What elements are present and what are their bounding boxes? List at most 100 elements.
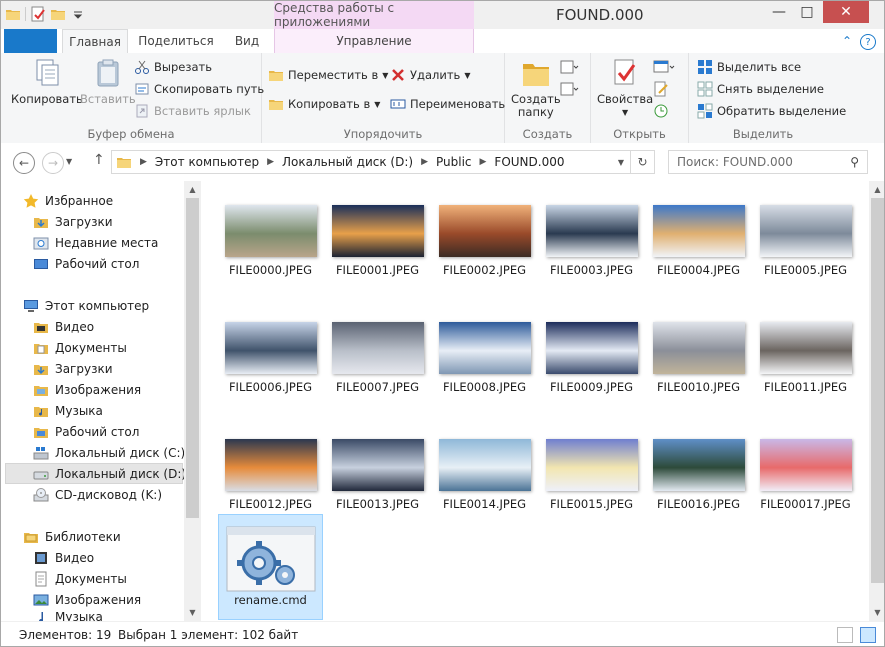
nav-scrollbar-thumb[interactable] [186, 198, 199, 518]
file-item[interactable]: FILE0011.JPEG [753, 300, 858, 412]
easy-access-icon[interactable] [559, 81, 579, 97]
properties-button[interactable]: Свойства ▼ [597, 57, 653, 119]
paste-label: Вставить [80, 92, 136, 106]
details-view-icon[interactable] [837, 627, 853, 643]
file-item[interactable]: FILE0003.JPEG [539, 183, 644, 295]
arrow-right-icon: → [47, 156, 59, 170]
nav-favorites[interactable]: Избранное [23, 190, 205, 211]
minimize-button[interactable]: — [765, 1, 793, 23]
invert-selection-icon [697, 103, 713, 119]
tab-manage[interactable]: Управление [274, 29, 474, 53]
explorer-window: Средства работы с приложениями FOUND.000… [0, 0, 885, 647]
rename-button[interactable]: Переименовать [390, 96, 505, 112]
scroll-down-icon[interactable]: ▼ [869, 604, 884, 621]
file-item[interactable]: FILE0002.JPEG [432, 183, 537, 295]
file-name: FILE0008.JPEG [442, 380, 527, 394]
address-dropdown-icon[interactable]: ▼ [618, 158, 624, 167]
tab-home[interactable]: Главная [62, 29, 128, 54]
customize-qat-icon[interactable] [70, 6, 86, 22]
tab-view[interactable]: Вид [224, 29, 270, 53]
nav-scrollbar[interactable]: ▲ ▼ [184, 181, 201, 621]
folder-icon[interactable] [5, 6, 21, 22]
libraries-icon [24, 532, 38, 543]
maximize-button[interactable]: □ [793, 1, 821, 23]
new-item-icon[interactable] [559, 59, 579, 75]
back-button[interactable]: ← [13, 152, 35, 174]
paste-shortcut-button[interactable]: Вставить ярлык [134, 103, 251, 119]
select-none-button[interactable]: Снять выделение [697, 81, 824, 97]
file-item[interactable]: FILE0004.JPEG [646, 183, 751, 295]
chevron-down-icon: ▼ [382, 70, 389, 80]
file-name: FILE0007.JPEG [335, 380, 420, 394]
collapse-ribbon-icon[interactable]: ⌃ [842, 34, 852, 50]
invert-selection-button[interactable]: Обратить выделение [697, 103, 846, 119]
new-folder-label-2: папку [517, 105, 554, 119]
breadcrumb-found[interactable]: FOUND.000 [494, 155, 564, 169]
file-item[interactable]: FILE0000.JPEG [218, 183, 323, 295]
content-scrollbar-thumb[interactable] [871, 198, 884, 583]
file-item[interactable]: FILE0007.JPEG [325, 300, 430, 412]
image-thumbnail [438, 205, 531, 257]
file-item[interactable]: FILE0005.JPEG [753, 183, 858, 295]
nav-computer[interactable]: Этот компьютер [23, 295, 205, 316]
up-button[interactable]: ↑ [93, 152, 105, 168]
nav-disk-d[interactable]: Локальный диск (D:) [5, 463, 186, 484]
ribbon-controls: ⌃ ? [842, 34, 876, 50]
paste-button[interactable]: Вставить [80, 57, 136, 106]
file-item[interactable]: FILE0008.JPEG [432, 300, 537, 412]
file-item[interactable]: FILE0001.JPEG [325, 183, 430, 295]
image-thumbnail [331, 322, 424, 374]
file-item[interactable]: FILE0012.JPEG [218, 417, 323, 529]
breadcrumb-separator: ▶ [140, 157, 147, 167]
properties-qat-icon[interactable] [30, 6, 46, 22]
open-with-icon[interactable] [653, 59, 675, 75]
file-item[interactable]: FILE0013.JPEG [325, 417, 430, 529]
search-placeholder: Поиск: FOUND.000 [677, 155, 793, 169]
breadcrumb-computer[interactable]: Этот компьютер [155, 155, 259, 169]
delete-button[interactable]: Удалить ▼ [390, 67, 470, 83]
file-item[interactable]: FILE0009.JPEG [539, 300, 644, 412]
help-icon[interactable]: ? [860, 34, 876, 50]
move-to-label: Переместить в [288, 68, 379, 82]
file-item[interactable]: FILE0014.JPEG [432, 417, 537, 529]
forward-button[interactable]: → [42, 152, 64, 174]
select-all-button[interactable]: Выделить все [697, 59, 801, 75]
recent-places-icon [33, 237, 49, 249]
file-name: FILE0012.JPEG [228, 497, 313, 511]
search-field[interactable]: Поиск: FOUND.000 ⚲ [668, 150, 868, 174]
scroll-up-icon[interactable]: ▲ [184, 181, 201, 198]
scroll-up-icon[interactable]: ▲ [869, 181, 884, 198]
copy-path-button[interactable]: Скопировать путь [134, 81, 264, 97]
copy-folder-icon [269, 100, 283, 110]
refresh-button[interactable]: ↻ [631, 150, 655, 174]
copy-label: Копировать [11, 92, 83, 106]
breadcrumb-disk-d[interactable]: Локальный диск (D:) [282, 155, 413, 169]
select-none-label: Снять выделение [717, 82, 824, 96]
breadcrumb-public[interactable]: Public [436, 155, 472, 169]
tab-share[interactable]: Поделиться [134, 29, 218, 53]
move-to-button[interactable]: Переместить в ▼ [268, 67, 388, 83]
file-name: FILE0005.JPEG [763, 263, 848, 277]
file-item[interactable]: FILE0015.JPEG [539, 417, 644, 529]
close-button[interactable]: ✕ [823, 1, 869, 23]
edit-icon[interactable] [653, 81, 669, 97]
cut-button[interactable]: Вырезать [134, 59, 212, 75]
nav-video-label: Видео [55, 319, 95, 334]
large-icons-view-icon[interactable] [860, 627, 876, 643]
file-item[interactable]: FILE0016.JPEG [646, 417, 751, 529]
new-folder-button[interactable]: Создать папку [511, 57, 561, 119]
file-item[interactable]: FILE0006.JPEG [218, 300, 323, 412]
history-icon[interactable] [653, 103, 669, 119]
new-folder-qat-icon[interactable] [50, 6, 66, 22]
address-field[interactable]: ▶ Этот компьютер ▶ Локальный диск (D:) ▶… [111, 150, 631, 174]
file-name: FILE0014.JPEG [442, 497, 527, 511]
content-scrollbar[interactable]: ▲ ▼ [869, 181, 884, 621]
scroll-down-icon[interactable]: ▼ [184, 604, 201, 621]
copy-button[interactable]: Копировать [11, 57, 83, 106]
file-item[interactable]: FILE0010.JPEG [646, 300, 751, 412]
nav-libraries[interactable]: Библиотеки [23, 526, 205, 547]
recent-locations-icon[interactable]: ▼ [66, 157, 72, 166]
copy-to-button[interactable]: Копировать в ▼ [268, 96, 380, 112]
file-item-rename-cmd[interactable]: rename.cmd [218, 514, 323, 620]
file-item[interactable]: FILE00017.JPEG [753, 417, 858, 529]
